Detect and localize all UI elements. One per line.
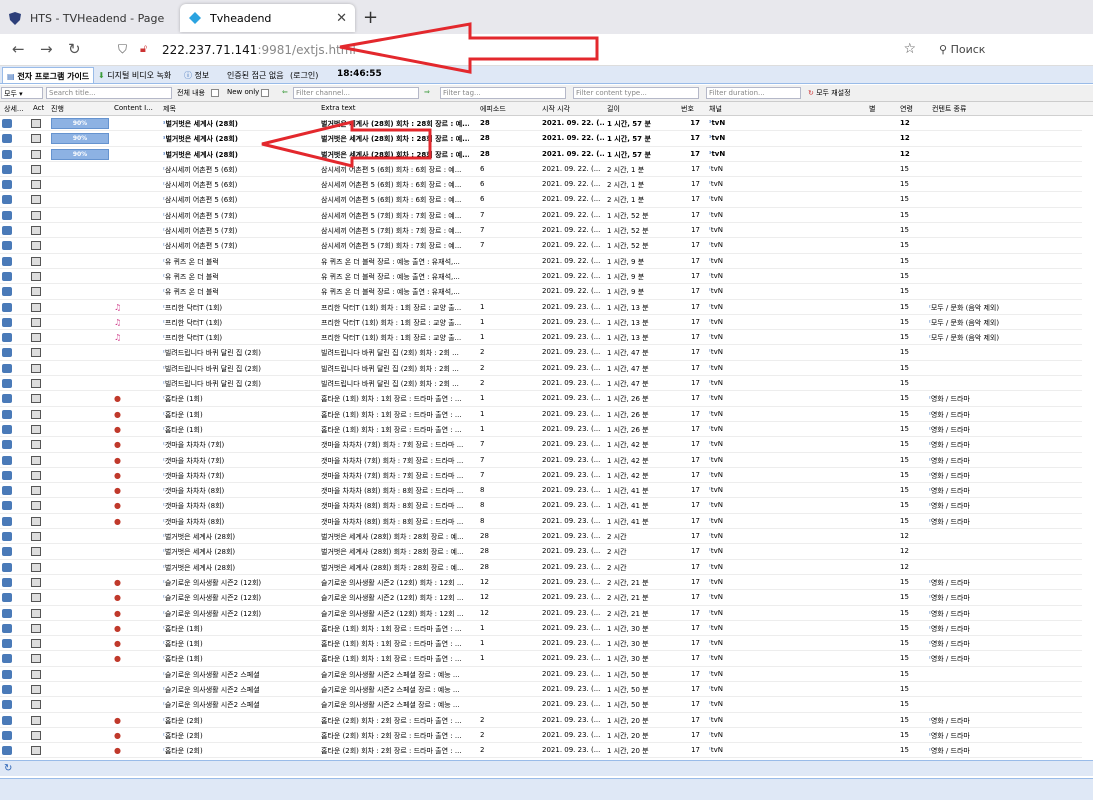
annotation-arrow-rows bbox=[261, 120, 432, 168]
annotation-overlay bbox=[261, 22, 599, 168]
annotation-arrow-url bbox=[339, 22, 599, 74]
